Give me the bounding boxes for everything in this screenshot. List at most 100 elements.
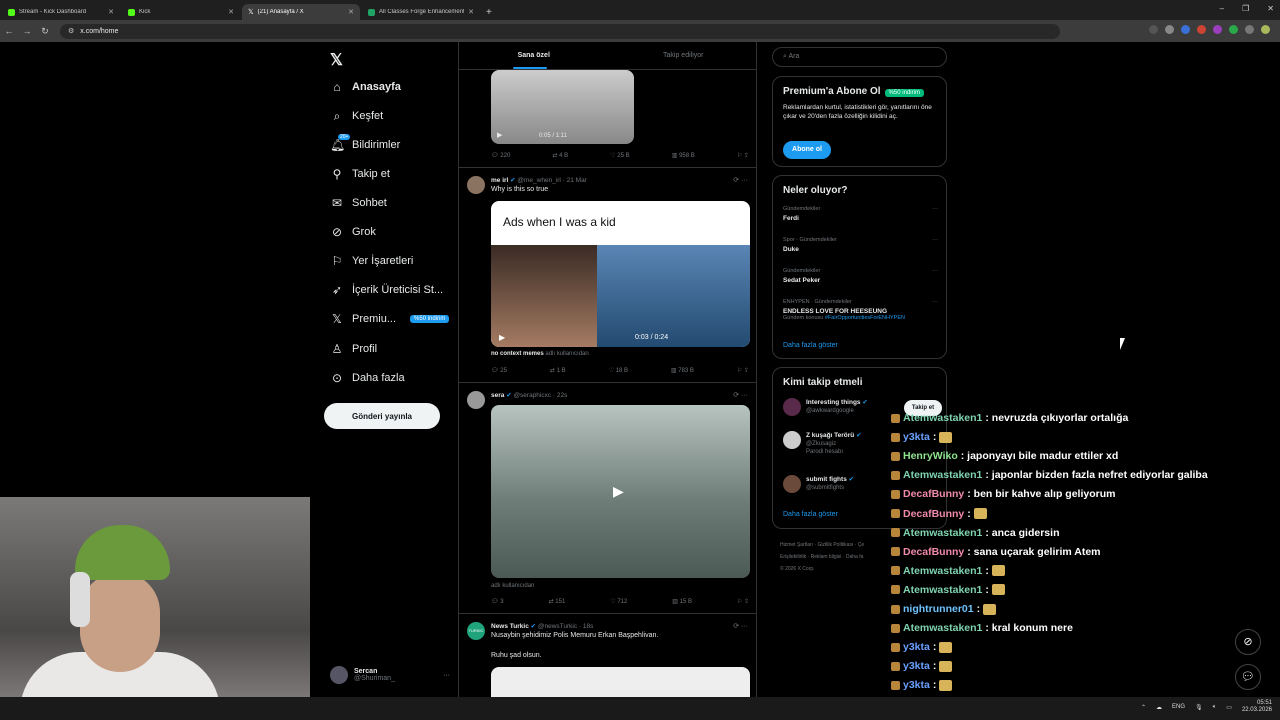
reply-button[interactable]: 💬︎ 3 xyxy=(491,598,504,605)
network-icon[interactable]: ☁ xyxy=(1156,704,1162,711)
chat-username[interactable]: DecafBunny xyxy=(903,508,964,520)
chat-username[interactable]: y3kta xyxy=(903,660,930,672)
chat-username[interactable]: DecafBunny xyxy=(903,488,964,500)
more-icon[interactable]: ··· xyxy=(932,237,938,243)
chat-username[interactable]: y3kta xyxy=(903,431,930,443)
mic-icon[interactable]: 🎙︎ xyxy=(1195,704,1203,711)
subscribe-button[interactable]: Abone ol xyxy=(783,141,831,159)
like-button[interactable]: ♡ 712 xyxy=(610,598,627,605)
extension-icon[interactable] xyxy=(1197,25,1206,34)
follow-suggestion[interactable]: Interesting things ✔ @awkwardgoogle xyxy=(783,398,868,416)
forward-icon[interactable]: → xyxy=(18,26,36,36)
more-icon[interactable]: ··· xyxy=(932,206,938,212)
author-name[interactable]: News Turkic xyxy=(491,623,529,630)
author-name[interactable]: sera xyxy=(491,392,504,399)
footer-link[interactable]: Hizmet Şartları xyxy=(780,542,813,548)
trend-item[interactable]: ENHYPEN · Gündemdekiler ENDLESS LOVE FOR … xyxy=(783,299,905,321)
avatar[interactable] xyxy=(467,176,485,194)
back-icon[interactable]: ← xyxy=(0,26,18,36)
reply-button[interactable]: 💬︎ 220 xyxy=(491,152,510,159)
bookmark-icon[interactable]: ⚐ ⇪ xyxy=(737,367,749,374)
nav-premium[interactable]: 𝕏 Premiu... %50 indirim xyxy=(330,309,450,329)
site-info-icon[interactable]: ⚙ xyxy=(68,27,74,35)
chat-username[interactable]: DecafBunny xyxy=(903,546,964,558)
more-icon[interactable]: ⟳ ··· xyxy=(733,622,748,630)
chat-username[interactable]: y3kta xyxy=(903,641,930,653)
footer-link[interactable]: Daha fa xyxy=(846,554,864,560)
repost-button[interactable]: ⇄ 4 B xyxy=(552,152,568,159)
trend-hashtag[interactable]: #FairOpportunitiesForENHYPEN xyxy=(825,315,905,321)
repost-button[interactable]: ⇄ 151 xyxy=(549,598,566,605)
new-tab-button[interactable]: + xyxy=(486,7,492,20)
views-button[interactable]: ▥ 15 B xyxy=(672,598,692,605)
more-icon[interactable]: ⟳ ··· xyxy=(733,176,748,184)
bookmark-icon[interactable]: ⚐ ⇪ xyxy=(737,152,749,159)
x-logo-icon[interactable]: 𝕏 xyxy=(330,50,343,70)
chat-username[interactable]: Atemwastaken1 xyxy=(903,622,982,634)
like-button[interactable]: ♡ 25 B xyxy=(610,152,629,159)
tab-x-home[interactable]: 𝕏 (21) Anasayfa / X ✕ xyxy=(242,4,360,20)
footer-link[interactable]: Çe xyxy=(858,542,864,548)
extension-icon[interactable] xyxy=(1181,25,1190,34)
chat-username[interactable]: y3kta xyxy=(903,679,930,691)
close-icon[interactable]: ✕ xyxy=(468,8,474,16)
video-player[interactable]: ▶ 0:05 / 1:11 xyxy=(491,70,634,144)
video-player[interactable]: Ads when I was a kid ▶ 0:03 / 0:24 xyxy=(491,201,750,347)
chat-username[interactable]: Atemwastaken1 xyxy=(903,412,982,424)
more-icon[interactable]: ··· xyxy=(932,299,938,305)
post-button[interactable]: Gönderi yayınla xyxy=(324,403,440,429)
bookmark-icon[interactable]: ⚐ ⇪ xyxy=(737,598,749,605)
footer-link[interactable]: Reklam bilgisi xyxy=(811,554,842,560)
profile-avatar[interactable] xyxy=(1261,25,1270,34)
play-icon[interactable]: ▶ xyxy=(499,333,505,342)
trend-item[interactable]: Gündemdekiler Sedat Peker xyxy=(783,268,820,284)
bookmark-star-icon[interactable] xyxy=(1165,25,1174,34)
messages-float-icon[interactable]: 💬︎ xyxy=(1235,664,1261,690)
url-field[interactable]: ⚙ x.com/home xyxy=(60,23,1060,39)
footer-link[interactable]: Erişilebilirlik xyxy=(780,554,806,560)
chat-username[interactable]: Atemwastaken1 xyxy=(903,469,982,481)
tweet[interactable]: sera ✔ @seraphicxc · 22s ⟳ ··· ▶ adlı ku… xyxy=(459,383,756,614)
nav-follow[interactable]: ⚲ Takip et xyxy=(330,164,390,184)
play-icon[interactable]: ▶ xyxy=(497,131,502,139)
more-icon[interactable]: ··· xyxy=(932,268,938,274)
nav-creator-studio[interactable]: ➶ İçerik Üreticisi St... xyxy=(330,280,443,300)
chat-username[interactable]: Atemwastaken1 xyxy=(903,565,982,577)
tab-kick-dashboard[interactable]: Stream - Kick Dashboard ✕ xyxy=(2,4,120,20)
close-window-icon[interactable]: ✕ xyxy=(1267,4,1274,13)
nav-more[interactable]: ⊙ Daha fazla xyxy=(330,368,405,388)
trend-item[interactable]: Gündemdekiler Ferdi xyxy=(783,206,820,222)
speaker-icon[interactable]: 🔈︎ xyxy=(1213,704,1217,711)
follow-suggestion[interactable]: Z kuşağı Terörü ✔ @Zkusagiz Parodi hesabı xyxy=(783,431,862,455)
video-player[interactable]: ▶ xyxy=(491,405,750,578)
nav-explore[interactable]: ⌕ Keşfet xyxy=(330,106,384,126)
grok-float-icon[interactable]: ⊘ xyxy=(1235,629,1261,655)
nav-profile[interactable]: ♙ Profil xyxy=(330,339,377,359)
tab-following[interactable]: Takip ediliyor xyxy=(609,42,757,69)
chat-username[interactable]: Atemwastaken1 xyxy=(903,584,982,596)
more-icon[interactable]: ⟳ ··· xyxy=(733,391,748,399)
chevron-up-icon[interactable]: ⌃ xyxy=(1141,704,1146,711)
like-button[interactable]: ♡ 18 B xyxy=(609,367,628,374)
extension-icon[interactable] xyxy=(1229,25,1238,34)
repost-button[interactable]: ⇄ 1 B xyxy=(550,367,566,374)
chat-username[interactable]: nightrunner01 xyxy=(903,603,974,615)
search-input[interactable]: ⌕ Ara xyxy=(772,47,947,67)
author-name[interactable]: me irl xyxy=(491,177,508,184)
views-button[interactable]: ▥ 958 B xyxy=(672,152,695,159)
views-button[interactable]: ▥ 783 B xyxy=(671,367,694,374)
tab-for-you[interactable]: Sana özel xyxy=(459,42,609,69)
play-icon[interactable]: ▶ xyxy=(613,483,624,500)
chat-username[interactable]: HenryWiko xyxy=(903,450,958,462)
show-more-link[interactable]: Daha fazla göster xyxy=(783,511,838,518)
tweet[interactable]: TURKIC News Turkic ✔ @newsTurkic · 18s ⟳… xyxy=(459,614,756,702)
close-icon[interactable]: ✕ xyxy=(108,8,114,16)
close-icon[interactable]: ✕ xyxy=(348,8,354,16)
reload-icon[interactable]: ↻ xyxy=(36,26,54,37)
nav-home[interactable]: ⌂ Anasayfa xyxy=(330,77,401,97)
minimize-icon[interactable]: – xyxy=(1220,4,1224,13)
extension-icon[interactable] xyxy=(1213,25,1222,34)
source-account[interactable]: no context memes xyxy=(491,351,544,357)
nav-grok[interactable]: ⊘ Grok xyxy=(330,222,376,242)
chat-username[interactable]: Atemwastaken1 xyxy=(903,527,982,539)
